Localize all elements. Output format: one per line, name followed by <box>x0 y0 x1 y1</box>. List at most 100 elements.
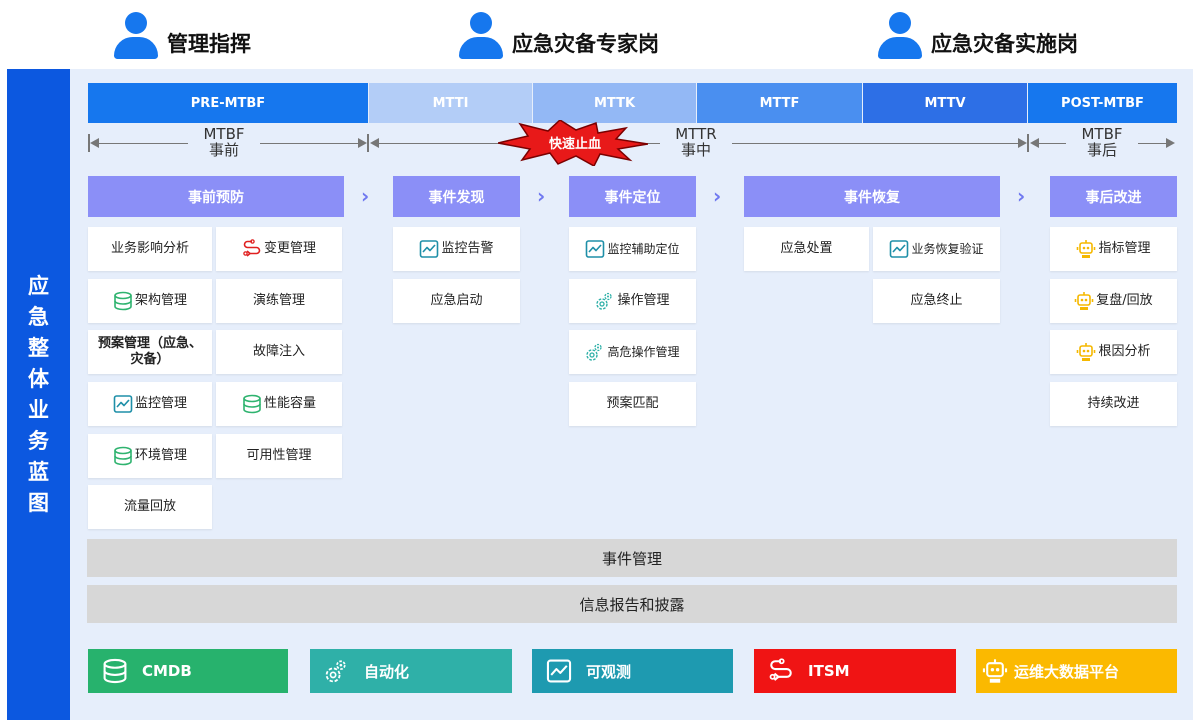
role-label: 应急灾备专家岗 <box>512 32 659 56</box>
burst-label: 快速止血 <box>548 137 601 152</box>
robot-icon <box>1076 342 1096 362</box>
phase-post-mtbf: POST-MTBF <box>1028 83 1177 123</box>
card-label: 架构管理 <box>134 293 187 308</box>
card-label: 业务影响分析 <box>110 241 189 256</box>
card-change-mgmt[interactable]: 变更管理 <box>216 227 342 271</box>
chart-line-icon <box>419 239 439 259</box>
card-plan-match[interactable]: 预案匹配 <box>569 382 696 426</box>
chevron-right-icon: › <box>537 184 546 208</box>
card-label: 高危操作管理 <box>607 345 680 359</box>
card-traffic-replay[interactable]: 流量回放 <box>88 485 212 529</box>
card-emergency-start[interactable]: 应急启动 <box>393 279 520 323</box>
card-label: 可用性管理 <box>246 448 312 463</box>
phase-pre-mtbf: PRE-MTBF <box>88 83 368 123</box>
platform-observability[interactable]: 可观测 <box>532 649 733 693</box>
timeline-label-mid: MTTR 事中 <box>660 126 732 158</box>
platform-label: ITSM <box>808 662 850 680</box>
timeline-arrow-right <box>1018 138 1027 148</box>
stage-improvement: 事后改进 <box>1050 176 1177 217</box>
card-label: 预案匹配 <box>606 396 659 411</box>
card-environment[interactable]: 环境管理 <box>88 434 212 478</box>
timeline-mid-top: MTTR <box>675 125 717 143</box>
side-bar: 应急整体业务蓝图 <box>7 69 70 720</box>
database-icon <box>242 394 262 414</box>
platform-cmdb[interactable]: CMDB <box>88 649 288 693</box>
platform-label: 自动化 <box>364 662 410 681</box>
database-icon <box>102 658 128 684</box>
platform-ops-bigdata[interactable]: 运维大数据平台 <box>976 649 1177 693</box>
person-icon <box>458 12 504 60</box>
card-contingency-plan[interactable]: 预案管理（应急、灾备） <box>88 330 212 374</box>
timeline-tick <box>367 134 369 152</box>
phase-mttk: MTTK <box>533 83 696 123</box>
side-title: 应急整体业务蓝图 <box>28 273 49 515</box>
gear-icon <box>595 291 615 311</box>
database-icon <box>113 446 133 466</box>
card-label: 演练管理 <box>252 293 305 308</box>
phase-mtti: MTTI <box>369 83 532 123</box>
robot-icon <box>1076 239 1096 259</box>
card-label: 业务恢复验证 <box>911 242 984 256</box>
stage-recovery: 事件恢复 <box>744 176 1000 217</box>
card-label: 根因分析 <box>1098 344 1151 359</box>
phase-mttf: MTTF <box>697 83 862 123</box>
platform-label: 可观测 <box>586 662 632 681</box>
gear-icon <box>324 658 350 684</box>
card-operation-mgmt[interactable]: 操作管理 <box>569 279 696 323</box>
card-drill-mgmt[interactable]: 演练管理 <box>216 279 342 323</box>
role-expert: 应急灾备专家岗 <box>458 10 659 60</box>
card-review-replay[interactable]: 复盘/回放 <box>1050 279 1177 323</box>
card-capacity[interactable]: 性能容量 <box>216 382 342 426</box>
platform-automation[interactable]: 自动化 <box>310 649 512 693</box>
robot-icon <box>982 658 1008 684</box>
timeline-arrow-right <box>1166 138 1175 148</box>
card-continuous-improve[interactable]: 持续改进 <box>1050 382 1177 426</box>
gear-icon <box>585 342 605 362</box>
card-business-impact[interactable]: 业务影响分析 <box>88 227 212 271</box>
bar-event-management[interactable]: 事件管理 <box>87 539 1177 577</box>
chart-line-icon <box>546 658 572 684</box>
card-label: 持续改进 <box>1087 396 1140 411</box>
timeline-label-post: MTBF 事后 <box>1066 126 1138 158</box>
timeline-post-top: MTBF <box>1081 125 1123 143</box>
card-label: 应急启动 <box>430 293 483 308</box>
person-icon <box>113 12 159 60</box>
flow-icon <box>242 239 262 259</box>
card-metrics[interactable]: 指标管理 <box>1050 227 1177 271</box>
bar-info-report[interactable]: 信息报告和披露 <box>87 585 1177 623</box>
card-root-cause[interactable]: 根因分析 <box>1050 330 1177 374</box>
card-fault-injection[interactable]: 故障注入 <box>216 330 342 374</box>
card-monitoring-assist[interactable]: 监控辅助定位 <box>569 227 696 271</box>
card-architecture[interactable]: 架构管理 <box>88 279 212 323</box>
card-business-verify[interactable]: 业务恢复验证 <box>873 227 1000 271</box>
card-emergency-handle[interactable]: 应急处置 <box>744 227 869 271</box>
timeline-mid-bottom: 事中 <box>680 141 711 159</box>
chart-line-icon <box>889 239 909 259</box>
chevron-right-icon: › <box>361 184 370 208</box>
stage-discovery: 事件发现 <box>393 176 520 217</box>
role-label: 应急灾备实施岗 <box>931 32 1078 56</box>
platform-label: CMDB <box>142 662 192 680</box>
card-label: 预案管理（应急、灾备） <box>97 336 202 367</box>
platform-itsm[interactable]: ITSM <box>754 649 956 693</box>
card-label: 监控告警 <box>441 241 494 256</box>
card-emergency-end[interactable]: 应急终止 <box>873 279 1000 323</box>
flow-icon <box>768 658 794 684</box>
card-label: 指标管理 <box>1098 241 1151 256</box>
card-high-risk-op[interactable]: 高危操作管理 <box>569 330 696 374</box>
platform-label: 运维大数据平台 <box>1014 662 1120 681</box>
card-availability[interactable]: 可用性管理 <box>216 434 342 478</box>
card-monitoring-alert[interactable]: 监控告警 <box>393 227 520 271</box>
card-label: 性能容量 <box>263 396 316 411</box>
card-label: 应急处置 <box>780 241 833 256</box>
stage-locating: 事件定位 <box>569 176 696 217</box>
card-label: 操作管理 <box>617 293 670 308</box>
card-label: 变更管理 <box>263 241 316 256</box>
phase-mttv: MTTV <box>863 83 1027 123</box>
timeline-tick <box>1027 134 1029 152</box>
timeline-label-pre: MTBF 事前 <box>188 126 260 158</box>
card-monitoring-mgmt[interactable]: 监控管理 <box>88 382 212 426</box>
role-label: 管理指挥 <box>167 32 251 56</box>
person-icon <box>877 12 923 60</box>
card-label: 故障注入 <box>252 344 305 359</box>
